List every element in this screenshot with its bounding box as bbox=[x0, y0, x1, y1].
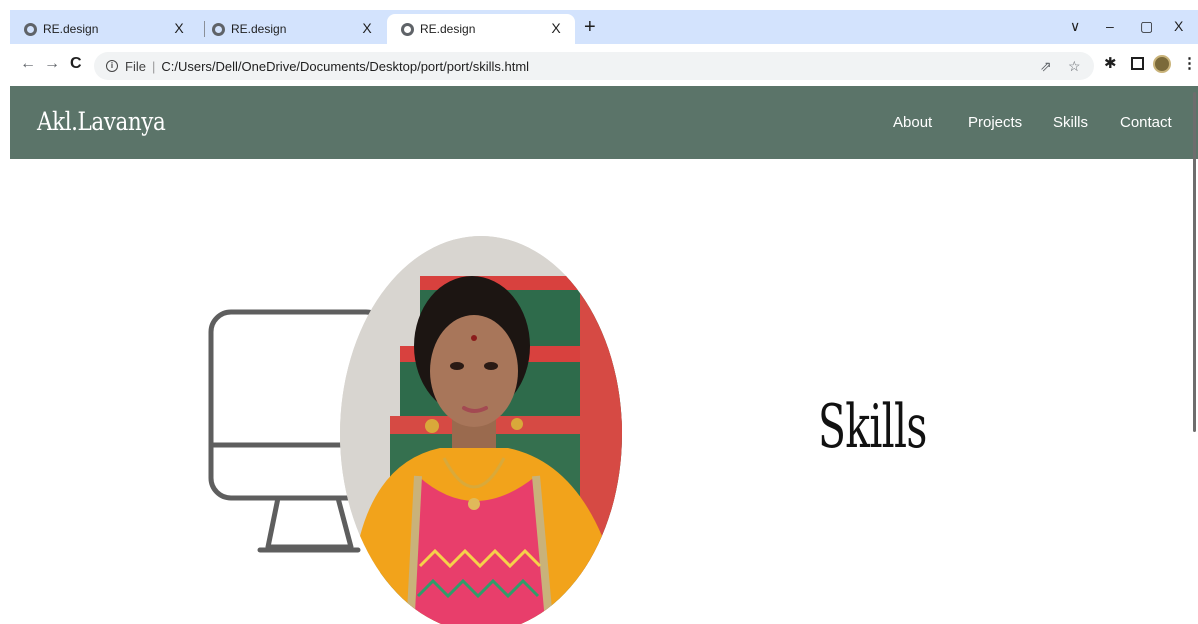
minimize-button[interactable]: – bbox=[1106, 16, 1114, 36]
tab-strip: RE.design X RE.design X RE.design X + ∨ … bbox=[10, 10, 1198, 44]
globe-icon bbox=[24, 22, 37, 36]
tab-search-dropdown-icon[interactable]: ∨ bbox=[1070, 16, 1080, 36]
close-window-button[interactable]: X bbox=[1174, 16, 1183, 36]
section-title: Skills bbox=[818, 392, 927, 462]
reload-icon[interactable]: C bbox=[70, 54, 82, 74]
restore-button[interactable]: ▢ bbox=[1140, 16, 1153, 36]
info-icon[interactable]: i bbox=[106, 60, 118, 72]
close-tab-icon[interactable]: X bbox=[360, 21, 374, 35]
new-tab-button[interactable]: + bbox=[584, 16, 596, 38]
url-text: C:/Users/Dell/OneDrive/Documents/Desktop… bbox=[161, 58, 530, 74]
site-logo[interactable]: Akl.Lavanya bbox=[37, 107, 166, 136]
tab-title: RE.design bbox=[43, 22, 99, 36]
forward-icon[interactable]: → bbox=[44, 54, 60, 74]
nav-about[interactable]: About bbox=[893, 114, 932, 131]
address-bar[interactable]: i File | C:/Users/Dell/OneDrive/Document… bbox=[94, 52, 1094, 80]
nav-contact[interactable]: Contact bbox=[1120, 114, 1172, 131]
back-icon[interactable]: ← bbox=[20, 54, 36, 74]
url-scheme: File bbox=[125, 58, 146, 74]
tab-title: RE.design bbox=[231, 22, 287, 36]
profile-photo bbox=[340, 236, 622, 624]
site-header: Akl.Lavanya About Projects Skills Contac… bbox=[10, 86, 1198, 159]
profile-icon[interactable] bbox=[1153, 55, 1171, 73]
sidepanel-icon[interactable] bbox=[1131, 57, 1144, 70]
url-separator: | bbox=[151, 58, 156, 74]
star-icon[interactable]: ☆ bbox=[1068, 57, 1081, 75]
menu-icon[interactable]: ⋮ bbox=[1182, 55, 1197, 73]
nav-skills[interactable]: Skills bbox=[1053, 114, 1088, 131]
tab-title: RE.design bbox=[420, 22, 476, 36]
tab-1[interactable]: RE.design X bbox=[10, 14, 198, 44]
extensions-icon[interactable]: ✱ bbox=[1104, 55, 1117, 73]
globe-icon bbox=[212, 22, 225, 36]
scrollbar[interactable] bbox=[1193, 92, 1196, 432]
tab-3-active[interactable]: RE.design X bbox=[387, 14, 575, 44]
close-tab-icon[interactable]: X bbox=[172, 21, 186, 35]
close-tab-icon[interactable]: X bbox=[549, 21, 563, 35]
tab-2[interactable]: RE.design X bbox=[198, 14, 386, 44]
globe-icon bbox=[401, 22, 414, 36]
profile-photo-illustration bbox=[340, 236, 622, 624]
share-icon[interactable]: ⇗ bbox=[1040, 57, 1052, 75]
nav-projects[interactable]: Projects bbox=[968, 114, 1022, 131]
browser-toolbar: ← → C i File | C:/Users/Dell/OneDrive/Do… bbox=[10, 44, 1198, 86]
